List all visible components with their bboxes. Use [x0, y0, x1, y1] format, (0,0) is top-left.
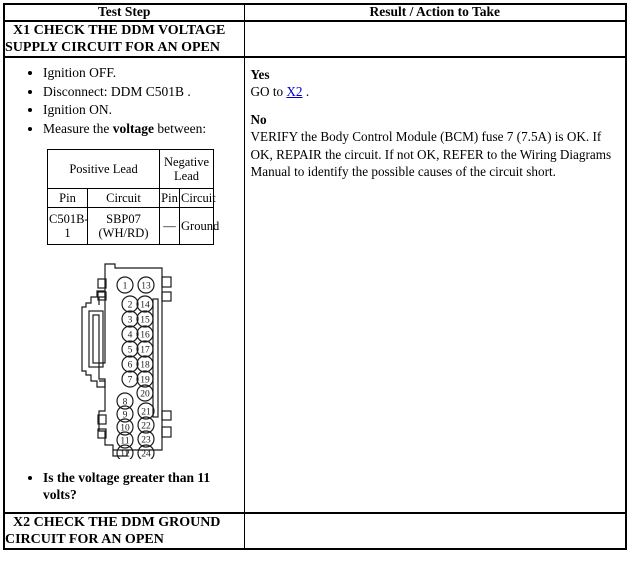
measurement-leads-table: Positive Lead Negative Lead Pin Circuit …	[46, 149, 219, 246]
step-x1-result-cell: Yes GO to X2 . No VERIFY the Body Contro…	[243, 56, 627, 514]
step-x2-title-line2: CIRCUIT FOR AN OPEN	[5, 532, 164, 548]
table-header-row: Test Step Result / Action to Take	[3, 3, 627, 22]
table-row: C501B- 1 SBP07 (WH/RD) — Ground	[47, 207, 219, 246]
step-x1-title-line2: SUPPLY CIRCUIT FOR AN OPEN	[5, 39, 220, 55]
result-yes-prefix: GO to	[250, 84, 287, 100]
step-x1-result-content: Yes GO to X2 . No VERIFY the Body Contro…	[245, 58, 626, 186]
leads-value-circuit-positive: SBP07 (WH/RD)	[86, 207, 161, 246]
step-x1-test-step-cell: Ignition OFF. Disconnect: DDM C501B . Ig…	[3, 56, 245, 514]
pin-label-12: 12	[120, 450, 130, 460]
leads-column-header-row: Pin Circuit Pin Circuit	[47, 188, 216, 209]
pin-label-22: 22	[141, 422, 151, 432]
leads-group-negative-line2: Lead	[174, 169, 199, 184]
leads-value-circuit-negative: Ground	[179, 207, 219, 246]
result-yes-text: GO to X2 .	[251, 83, 620, 100]
pin-label-14: 14	[140, 301, 150, 311]
result-yes-suffix: .	[302, 84, 310, 100]
result-no-text: VERIFY the Body Control Module (BCM) fus…	[250, 129, 612, 179]
step-x1-content: Ignition OFF. Disconnect: DDM C501B . Ig…	[5, 64, 244, 512]
pin-label-5: 5	[128, 346, 133, 356]
list-item: Is the voltage greater than 11 volts?	[43, 470, 240, 504]
leads-col-circuit-positive: Circuit	[86, 188, 161, 209]
result-spacer	[251, 100, 620, 111]
pin-label-24: 24	[141, 450, 151, 460]
pin-label-21: 21	[141, 408, 151, 418]
result-yes-label: Yes	[250, 67, 270, 82]
step-x1-title-row: X1 CHECK THE DDM VOLTAGE SUPPLY CIRCUIT …	[3, 20, 627, 59]
measure-bold-voltage: voltage	[112, 120, 154, 136]
step-x1-title-result-blank	[243, 20, 627, 59]
step-x1-question-list: Is the voltage greater than 11 volts?	[9, 470, 240, 504]
leads-circuit-positive-line2: (WH/RD)	[98, 226, 149, 241]
list-item: Ignition ON.	[43, 101, 240, 119]
leads-group-negative: Negative Lead	[159, 149, 215, 190]
pin-label-7: 7	[128, 376, 133, 386]
step-x1-title: X1 CHECK THE DDM VOLTAGE SUPPLY CIRCUIT …	[3, 20, 245, 59]
step-x2-title-line1: X2 CHECK THE DDM GROUND	[13, 514, 221, 530]
connector-pin-labels: 1 13 2 3 4 5 6 7 14 15 16 17 18 19 20 8 …	[116, 276, 155, 462]
leads-pin-positive-line2: 1	[64, 226, 71, 241]
diagnostic-procedure-table: Test Step Result / Action to Take X1 CHE…	[3, 3, 627, 551]
measure-prefix: Measure the	[43, 120, 113, 136]
connector-pinout-diagram-icon: 1 13 2 3 4 5 6 7 14 15 16 17 18 19 20 8 …	[81, 263, 172, 462]
leads-pin-positive-line1: C501B-	[49, 212, 89, 227]
step-x1-title-line1: X1 CHECK THE DDM VOLTAGE	[13, 22, 226, 38]
leads-group-negative-line1: Negative	[163, 155, 210, 170]
connector-illustration-wrapper: 1 13 2 3 4 5 6 7 14 15 16 17 18 19 20 8 …	[9, 259, 240, 464]
pin-label-13: 13	[141, 282, 151, 292]
list-item: Ignition OFF.	[43, 64, 240, 82]
leads-group-header-row: Positive Lead Negative Lead	[46, 149, 215, 190]
pin-label-2: 2	[128, 301, 133, 311]
pin-label-19: 19	[140, 376, 150, 386]
step-x2-result-blank	[243, 511, 627, 551]
leads-value-pin-positive: C501B- 1	[47, 207, 89, 246]
pin-label-16: 16	[140, 331, 150, 341]
pin-label-15: 15	[140, 316, 150, 326]
step-x2-title: X2 CHECK THE DDM GROUND CIRCUIT FOR AN O…	[3, 511, 245, 551]
step-x2-title-row: X2 CHECK THE DDM GROUND CIRCUIT FOR AN O…	[3, 511, 627, 551]
result-no-label: No	[250, 112, 267, 128]
leads-col-pin-negative: Pin	[159, 188, 181, 209]
header-result-action: Result / Action to Take	[243, 3, 627, 22]
list-item: Measure the voltage between:	[43, 120, 240, 138]
link-x2[interactable]: X2	[286, 84, 302, 99]
leads-group-positive: Positive Lead	[46, 149, 161, 190]
leads-circuit-positive-line1: SBP07	[106, 212, 141, 227]
pin-label-4: 4	[128, 331, 133, 341]
pin-label-18: 18	[140, 361, 150, 371]
pin-label-3: 3	[128, 316, 133, 326]
pin-label-20: 20	[140, 390, 150, 400]
leads-col-pin-positive: Pin	[47, 188, 88, 209]
leads-value-pin-negative: —	[159, 207, 181, 246]
header-test-step: Test Step	[3, 3, 245, 22]
pin-label-6: 6	[128, 361, 133, 371]
pin-label-23: 23	[141, 436, 151, 446]
list-item: Disconnect: DDM C501B .	[43, 83, 240, 101]
pin-label-17: 17	[140, 346, 150, 356]
pin-label-1: 1	[123, 282, 128, 292]
measure-suffix: between:	[153, 120, 207, 136]
leads-col-circuit-negative: Circuit	[179, 188, 216, 209]
leads-table-wrapper: Positive Lead Negative Lead Pin Circuit …	[46, 149, 240, 246]
step-x1-instruction-list: Ignition OFF. Disconnect: DDM C501B . Ig…	[9, 64, 240, 137]
document-page: Test Step Result / Action to Take X1 CHE…	[0, 3, 633, 564]
step-x1-body-row: Ignition OFF. Disconnect: DDM C501B . Ig…	[3, 56, 627, 514]
